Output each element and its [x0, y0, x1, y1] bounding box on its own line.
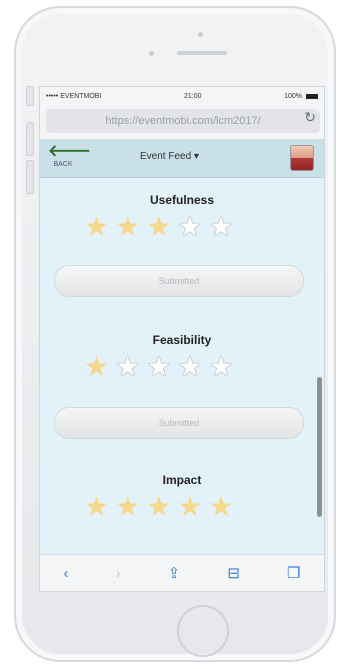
rating-stars-usefulness[interactable]: ★ ★ ★ ★ ★ [84, 213, 234, 241]
rating-stars-impact[interactable]: ★ ★ ★ ★ ★ [84, 493, 234, 521]
status-time: 21:00 [184, 92, 202, 100]
url-text: https://eventmobi.com/lcm2017/ [105, 115, 261, 127]
back-button[interactable]: 🡐 BACK [48, 143, 91, 169]
browser-toolbar: ‹ › ⇪ ⊟ ❐ [40, 554, 324, 591]
star-empty-icon[interactable]: ★ [115, 353, 140, 381]
star-filled-icon[interactable]: ★ [84, 213, 109, 241]
star-filled-icon[interactable]: ★ [84, 493, 109, 521]
event-feed-dropdown[interactable]: Event Feed ▾ [140, 151, 199, 162]
tabs-icon[interactable]: ❐ [287, 564, 300, 582]
section-title-feasibility: Feasibility [152, 333, 212, 347]
section-title-usefulness: Usefulness [149, 193, 215, 207]
battery-percent: 100% [284, 92, 302, 100]
submitted-button[interactable]: Submitted [54, 265, 304, 297]
star-empty-icon[interactable]: ★ [177, 213, 202, 241]
volume-down-button [26, 160, 34, 194]
carrier-label: ••••• EVENTMOBI [46, 92, 102, 100]
bookmarks-icon[interactable]: ⊟ [227, 564, 240, 582]
star-filled-icon[interactable]: ★ [146, 213, 171, 241]
avatar[interactable] [290, 145, 314, 171]
back-icon[interactable]: ‹ [64, 565, 69, 582]
star-filled-icon[interactable]: ★ [208, 493, 233, 521]
star-empty-icon[interactable]: ★ [208, 353, 233, 381]
app-header: 🡐 BACK Event Feed ▾ [40, 139, 324, 178]
star-filled-icon[interactable]: ★ [177, 493, 202, 521]
rating-content: Usefulness ★ ★ ★ ★ ★ Submitted Feasibility ★… [40, 177, 324, 553]
star-filled-icon[interactable]: ★ [84, 353, 109, 381]
status-battery: 100% [284, 93, 318, 100]
star-filled-icon[interactable]: ★ [146, 493, 171, 521]
rating-stars-feasibility[interactable]: ★ ★ ★ ★ ★ [84, 353, 234, 381]
battery-icon [306, 93, 318, 99]
section-title-impact: Impact [162, 473, 202, 487]
star-filled-icon[interactable]: ★ [115, 213, 140, 241]
share-icon[interactable]: ⇪ [168, 564, 181, 582]
scrollbar[interactable] [317, 377, 322, 517]
submitted-button[interactable]: Submitted [54, 407, 304, 439]
proximity-sensor [149, 51, 154, 56]
url-field[interactable]: https://eventmobi.com/lcm2017/ [46, 109, 320, 133]
home-button[interactable] [177, 605, 229, 657]
star-empty-icon[interactable]: ★ [208, 213, 233, 241]
volume-up-button [26, 122, 34, 156]
back-label: BACK [53, 161, 73, 168]
star-filled-icon[interactable]: ★ [115, 493, 140, 521]
star-empty-icon[interactable]: ★ [177, 353, 202, 381]
front-camera [198, 32, 203, 37]
arrow-left-icon: 🡐 [48, 143, 91, 160]
browser-urlbar-area: https://eventmobi.com/lcm2017/ ↻ [40, 105, 324, 139]
forward-icon[interactable]: › [116, 565, 121, 582]
status-carrier: ••••• EVENTMOBI [46, 93, 101, 100]
mute-switch [26, 86, 34, 106]
phone-screen: ••••• EVENTMOBI 21:00 100% https://event… [39, 86, 325, 592]
star-empty-icon[interactable]: ★ [146, 353, 171, 381]
reload-icon[interactable]: ↻ [304, 109, 316, 126]
status-bar: ••••• EVENTMOBI 21:00 100% [40, 87, 324, 105]
earpiece-speaker [177, 51, 227, 55]
